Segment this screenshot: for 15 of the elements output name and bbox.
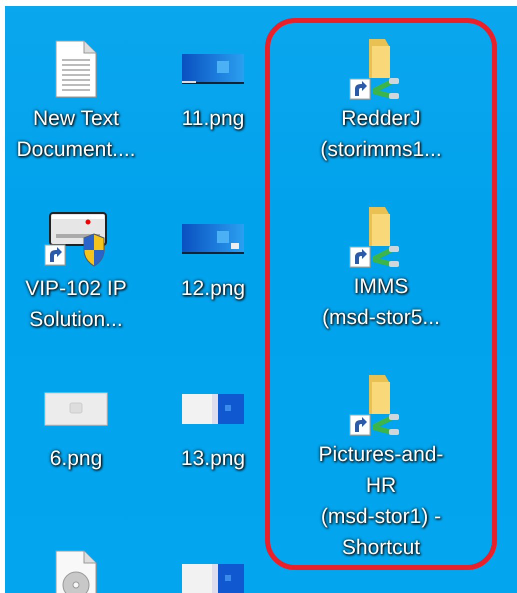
icon-label[interactable]: New Text Document.... bbox=[5, 103, 147, 165]
device-shortcut-icon[interactable] bbox=[44, 210, 108, 268]
icon-label[interactable]: 13.png bbox=[164, 443, 262, 474]
image-thumbnail-icon[interactable] bbox=[181, 391, 245, 427]
icon-label[interactable]: 11.png bbox=[164, 103, 262, 134]
icon-label[interactable]: Pictures-and- HR (msd-stor1) - Shortcut bbox=[315, 439, 447, 563]
image-thumbnail-icon[interactable] bbox=[181, 561, 245, 593]
icon-label[interactable]: VIP-102 IP Solution... bbox=[5, 273, 147, 335]
icon-label[interactable]: RedderJ (storimms1... bbox=[315, 103, 447, 165]
icon-label[interactable]: IMMS (msd-stor5... bbox=[315, 271, 447, 333]
image-thumbnail-icon[interactable] bbox=[181, 221, 245, 257]
icon-label[interactable]: 12.png bbox=[164, 273, 262, 304]
icon-label[interactable]: 6.png bbox=[5, 443, 147, 474]
image-thumbnail-icon[interactable] bbox=[44, 391, 108, 427]
image-thumbnail-icon[interactable] bbox=[181, 51, 245, 87]
